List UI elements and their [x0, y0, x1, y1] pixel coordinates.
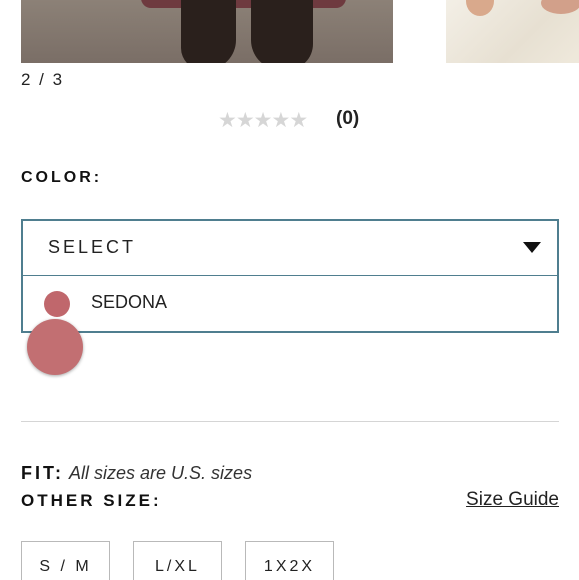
size-option-1x2x[interactable]: 1X2X: [245, 541, 334, 580]
color-option-label: SEDONA: [91, 292, 168, 312]
fit-label: FIT:: [21, 463, 64, 483]
product-image-current[interactable]: [21, 0, 393, 63]
color-swatch-icon: [44, 291, 70, 317]
color-option-sedona[interactable]: SEDONA: [21, 275, 559, 333]
image-hand-detail-2: [541, 0, 579, 14]
image-skirt-detail: [141, 0, 346, 8]
image-leg-right: [251, 0, 313, 63]
caret-down-icon: [523, 242, 541, 253]
star-icon: ★: [271, 109, 290, 132]
product-detail-page: 2 / 3 ★★★★★ (0) COLOR: SELECT SEDONA FIT…: [0, 0, 579, 580]
star-icon: ★: [218, 109, 237, 132]
color-select-value: SELECT: [48, 237, 137, 257]
fit-value: All sizes are U.S. sizes: [69, 463, 253, 483]
size-option-s-m[interactable]: S / M: [21, 541, 110, 580]
image-hand-detail: [466, 0, 494, 16]
star-icon: ★: [253, 109, 273, 132]
image-leg-left: [181, 0, 236, 63]
fit-info: FIT: All sizes are U.S. sizes: [21, 463, 252, 484]
image-carousel[interactable]: [0, 0, 579, 64]
size-guide-link[interactable]: Size Guide: [466, 489, 559, 511]
color-select[interactable]: SELECT: [21, 219, 559, 277]
star-icon: ★: [235, 109, 255, 132]
product-image-next[interactable]: [446, 0, 579, 63]
color-swatch-sedona[interactable]: [27, 319, 83, 375]
size-option-l-xl[interactable]: L/XL: [133, 541, 222, 580]
color-label: COLOR:: [21, 169, 103, 186]
star-rating: ★★★★★: [218, 109, 308, 132]
section-divider: [21, 421, 559, 422]
other-size-label: OTHER SIZE:: [21, 491, 162, 510]
review-count[interactable]: (0): [336, 108, 359, 130]
star-icon: ★: [289, 109, 308, 132]
image-counter: 2 / 3: [21, 70, 65, 89]
